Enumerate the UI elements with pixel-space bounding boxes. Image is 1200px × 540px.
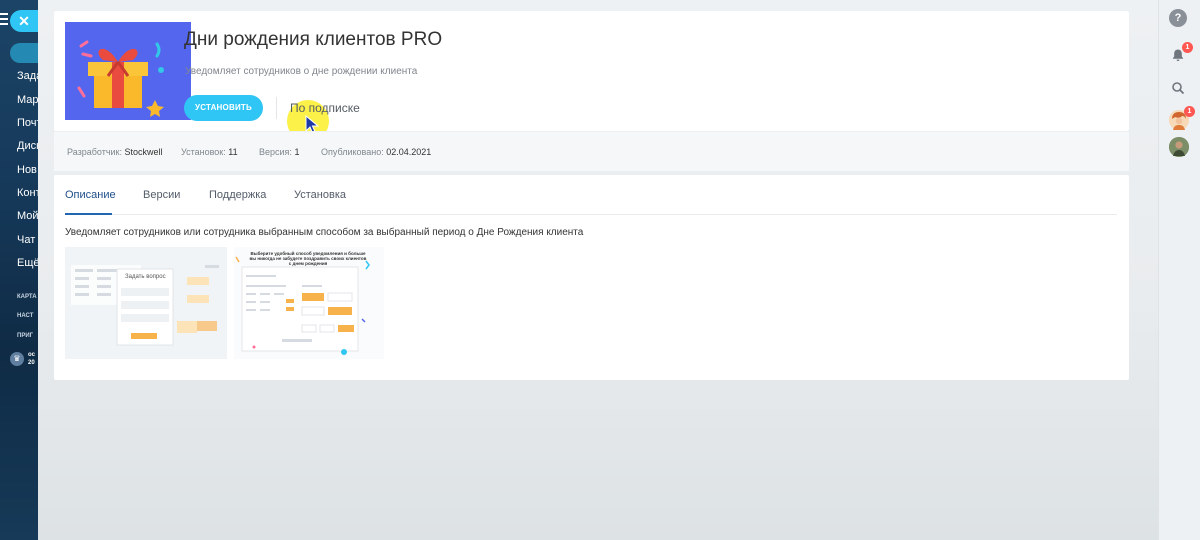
right-sidebar: ? 1 1 xyxy=(1158,0,1200,540)
install-button[interactable]: УСТАНОВИТЬ xyxy=(184,95,263,121)
help-icon[interactable]: ? xyxy=(1169,9,1187,27)
tab-description[interactable]: Описание xyxy=(65,189,116,201)
sidebar-item-mail[interactable]: Почт xyxy=(17,117,38,129)
gift-icon xyxy=(65,22,191,120)
meta-version-value: 1 xyxy=(294,147,300,157)
sidebar-item-settings[interactable]: НАСТ xyxy=(17,313,33,319)
tab-versions[interactable]: Версии xyxy=(143,189,180,201)
sidebar-promo-line1: ос xyxy=(28,352,35,358)
app-full-description: Уведомляет сотрудников или сотрудника вы… xyxy=(65,227,584,238)
app-content-card: Описание Версии Поддержка Установка Увед… xyxy=(54,175,1129,380)
close-slider-button[interactable]: ✕ xyxy=(10,10,38,32)
meta-version-label: Версия: xyxy=(259,147,292,157)
avatar[interactable] xyxy=(1169,137,1189,157)
meta-developer-label: Разработчик: xyxy=(67,147,122,157)
sidebar-active-pill[interactable] xyxy=(10,43,38,63)
screenshot1-caption: Задать вопрос xyxy=(125,274,166,280)
sidebar-item-more[interactable]: Ещё xyxy=(17,257,38,269)
sidebar-item-contacts[interactable]: Конт xyxy=(17,187,38,199)
sidebar-item-invite[interactable]: ПРИГ xyxy=(17,333,33,339)
crown-icon[interactable]: ♛ xyxy=(10,352,24,366)
subscription-link[interactable]: По подписке xyxy=(290,101,360,115)
meta-installs-value: 11 xyxy=(228,147,238,157)
meta-developer: Разработчик: Stockwell xyxy=(67,147,163,157)
tab-installation[interactable]: Установка xyxy=(294,189,346,201)
meta-developer-value[interactable]: Stockwell xyxy=(125,147,163,157)
tab-support[interactable]: Поддержка xyxy=(209,189,266,201)
meta-version: Версия: 1 xyxy=(259,147,299,157)
meta-published: Опубликовано: 02.04.2021 xyxy=(321,147,431,157)
meta-installs: Установок: 11 xyxy=(181,147,238,157)
sidebar-item-my[interactable]: Мой xyxy=(17,210,38,222)
left-sidebar: ✕ Зада Мар Почт Диск Нов Конт Мой Чат Ещ… xyxy=(0,0,38,540)
app-meta: Разработчик: Stockwell Установок: 11 Вер… xyxy=(54,131,1129,171)
screenshot-thumbnail[interactable]: Задать вопрос xyxy=(65,247,227,359)
avatar[interactable]: 1 xyxy=(1169,106,1195,130)
tabs: Описание Версии Поддержка Установка xyxy=(65,175,1117,215)
bell-icon[interactable]: 1 xyxy=(1169,42,1193,64)
sidebar-promo[interactable]: ос 20 xyxy=(28,351,35,367)
menu-icon[interactable] xyxy=(0,13,8,27)
sidebar-item-marketplace[interactable]: Мар xyxy=(17,94,38,106)
search-icon[interactable] xyxy=(1169,79,1187,97)
sidebar-item-disk[interactable]: Диск xyxy=(17,140,38,152)
app-header-card: Дни рождения клиентов PRO Уведомляет сот… xyxy=(54,11,1129,142)
avatar-counter: 1 xyxy=(1184,106,1195,117)
sidebar-item-news[interactable]: Нов xyxy=(17,164,37,176)
meta-installs-label: Установок: xyxy=(181,147,226,157)
sidebar-item-tasks[interactable]: Зада xyxy=(17,70,38,82)
app-title: Дни рождения клиентов PRO xyxy=(184,29,443,50)
screenshot-thumbnail[interactable]: Выберите удобный способ уведомления и бо… xyxy=(234,247,384,359)
notifications-counter: 1 xyxy=(1182,42,1193,53)
sidebar-promo-line2: 20 xyxy=(28,360,35,366)
meta-published-label: Опубликовано: xyxy=(321,147,384,157)
app-description: Уведомляет сотрудников о дне рождении кл… xyxy=(185,66,418,77)
sidebar-item-chat[interactable]: Чат xyxy=(17,234,35,246)
divider xyxy=(276,97,277,119)
active-tab-indicator xyxy=(65,213,112,215)
sidebar-item-map[interactable]: КАРТА xyxy=(17,294,37,300)
screenshot2-caption: Выберите удобный способ уведомления и бо… xyxy=(249,251,367,266)
meta-published-value: 02.04.2021 xyxy=(386,147,432,157)
